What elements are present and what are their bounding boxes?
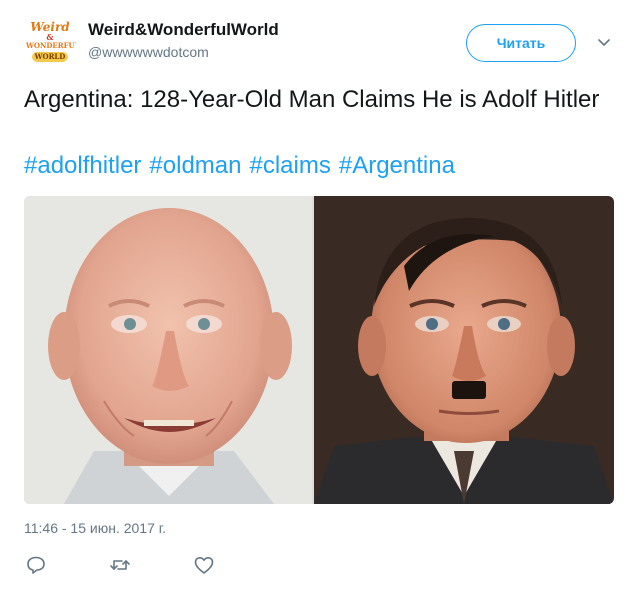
hashtag-link[interactable]: #adolfhitler [24,152,141,179]
avatar[interactable]: Weird & WONDERFUL WORLD [24,14,76,66]
tweet-timestamp[interactable]: 11:46 - 15 июн. 2017 г. [24,520,166,536]
retweet-icon[interactable] [108,553,132,577]
hashtag-link[interactable]: #Argentina [339,152,455,179]
user-handle[interactable]: @wwwwwwdotcom [88,44,209,60]
user-display-name[interactable]: Weird&WonderfulWorld [88,20,279,40]
photo-historical-portrait[interactable] [314,196,614,504]
tweet-text: Argentina: 128-Year-Old Man Claims He is… [24,86,600,113]
hashtag-list: #adolfhitler #oldman #claims #Argentina [24,150,614,182]
chevron-down-icon[interactable] [594,32,614,52]
tweet-media [24,196,614,504]
tweet-actions [24,553,324,577]
reply-icon[interactable] [24,553,48,577]
heart-icon[interactable] [192,553,216,577]
photo-old-man[interactable] [24,196,312,504]
follow-button[interactable]: Читать [466,24,576,62]
tweet: Weird & WONDERFUL WORLD Weird&WonderfulW… [0,0,640,590]
hashtag-link[interactable]: #oldman [149,152,241,179]
hashtag-link[interactable]: #claims [249,152,330,179]
brand-logo: Weird & WONDERFUL WORLD [26,20,76,62]
